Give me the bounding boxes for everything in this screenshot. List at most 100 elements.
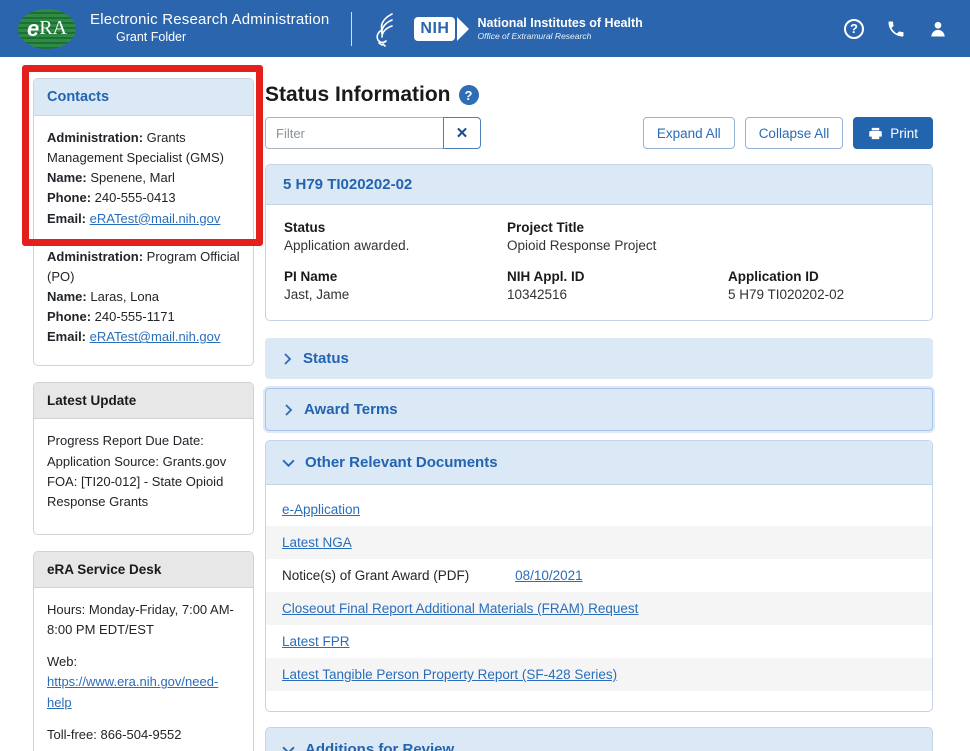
section-status-label: Status [303, 350, 349, 367]
field-label: PI Name [284, 269, 507, 284]
section-additions-for-review[interactable]: Additions for Review [265, 727, 933, 751]
filter-clear-button[interactable]: ✕ [443, 117, 481, 149]
doc-link-latest-nga[interactable]: Latest NGA [282, 535, 352, 550]
contact-phone-value: 240-555-0413 [91, 190, 176, 205]
grant-field-nih-appl-id: NIH Appl. ID 10342516 [507, 269, 728, 302]
doc-row: e-Application [266, 493, 932, 526]
service-desk-hours: Hours: Monday-Friday, 7:00 AM-8:00 PM ED… [47, 602, 234, 637]
header-divider [351, 12, 352, 46]
contact-name-label: Name: [47, 170, 87, 185]
nih-subtitle: Office of Extramural Research [477, 31, 642, 41]
latest-update-line: Application Source: Grants.gov [47, 454, 226, 469]
field-value: 10342516 [507, 287, 728, 302]
section-status-collapsed[interactable]: Status [265, 338, 933, 379]
section-award-terms-collapsed[interactable]: Award Terms [265, 388, 933, 431]
app-header: eRA Electronic Research Administration G… [0, 0, 970, 57]
filter-input[interactable] [265, 117, 443, 149]
contact-phone-value: 240-555-1171 [91, 309, 175, 324]
doc-link-nga-date[interactable]: 08/10/2021 [515, 568, 583, 583]
doc-label-notice-grant-award: Notice(s) of Grant Award (PDF) [282, 568, 469, 583]
sidebar: Contacts Administration: Grants Manageme… [33, 78, 254, 751]
grant-field-project-title: Project Title Opioid Response Project [507, 220, 728, 253]
era-logo: eRA [18, 9, 76, 49]
doc-row: Notice(s) of Grant Award (PDF) 08/10/202… [266, 559, 932, 592]
grant-field-application-id: Application ID 5 H79 TI020202-02 [728, 269, 914, 302]
contact-administration-label: Administration: [47, 249, 143, 264]
doc-link-tangible-property-report[interactable]: Latest Tangible Person Property Report (… [282, 667, 617, 682]
contact-name-value: Spenene, Marl [87, 170, 175, 185]
contact-administration-label: Administration: [47, 130, 143, 145]
doc-row: Latest Tangible Person Property Report (… [266, 658, 932, 691]
print-label: Print [890, 126, 918, 141]
latest-update-line: FOA: [TI20-012] - State Opioid Response … [47, 474, 223, 509]
other-relevant-documents-section: Other Relevant Documents e-Application L… [265, 440, 933, 712]
contact-name-value: Laras, Lona [87, 289, 159, 304]
contacts-panel-title: Contacts [34, 79, 253, 116]
service-desk-web-label: Web: [47, 654, 77, 669]
nih-logo: NIH [414, 17, 455, 41]
user-icon[interactable] [928, 19, 948, 39]
contact-email-label: Email: [47, 211, 86, 226]
chevron-down-icon [282, 456, 295, 469]
contact-email-label: Email: [47, 329, 86, 344]
doc-row: Closeout Final Report Additional Materia… [266, 592, 932, 625]
grant-number: 5 H79 TI020202-02 [266, 165, 932, 205]
field-label: Application ID [728, 269, 914, 284]
service-desk-tollfree: Toll-free: 866-504-9552 [47, 727, 181, 742]
field-value: Opioid Response Project [507, 238, 728, 253]
contacts-panel: Contacts Administration: Grants Manageme… [33, 78, 254, 366]
main-content: Status Information ? ✕ Expand All Collap… [265, 83, 933, 751]
era-logo-ra: RA [39, 17, 67, 40]
nih-title: National Institutes of Health [477, 16, 642, 31]
filter-group: ✕ [265, 117, 481, 149]
latest-update-panel: Latest Update Progress Report Due Date: … [33, 382, 254, 535]
service-desk-title: eRA Service Desk [34, 552, 253, 588]
printer-icon [868, 126, 883, 141]
grant-field-status: Status Application awarded. [284, 220, 507, 253]
hhs-eagle-icon [370, 10, 400, 48]
doc-link-latest-fpr[interactable]: Latest FPR [282, 634, 350, 649]
chevron-down-icon [282, 743, 295, 751]
app-title-block: Electronic Research Administration Grant… [90, 11, 329, 45]
contact-phone-label: Phone: [47, 309, 91, 324]
contact-email-link[interactable]: eRATest@mail.nih.gov [90, 329, 221, 344]
app-title: Electronic Research Administration [90, 11, 329, 30]
contact-name-label: Name: [47, 289, 87, 304]
nih-arrow-icon [457, 17, 469, 41]
doc-row: Latest NGA [266, 526, 932, 559]
field-label: Status [284, 220, 507, 235]
latest-update-title: Latest Update [34, 383, 253, 419]
print-button[interactable]: Print [853, 117, 933, 149]
era-logo-e: e [27, 16, 39, 42]
latest-update-line: Progress Report Due Date: [47, 433, 204, 448]
service-desk-web-link[interactable]: https://www.era.nih.gov/need-help [47, 674, 218, 709]
field-value: Application awarded. [284, 238, 507, 253]
chevron-right-icon [282, 404, 294, 416]
field-label: NIH Appl. ID [507, 269, 728, 284]
doc-link-e-application[interactable]: e-Application [282, 502, 360, 517]
status-info-help-icon[interactable]: ? [459, 85, 479, 105]
grant-summary-card: 5 H79 TI020202-02 Status Application awa… [265, 164, 933, 321]
expand-all-button[interactable]: Expand All [643, 117, 735, 149]
section-additions-label: Additions for Review [305, 741, 454, 751]
page-title: Status Information [265, 83, 451, 107]
field-value: Jast, Jame [284, 287, 507, 302]
contact-gms: Administration: Grants Management Specia… [47, 128, 240, 229]
section-other-documents-expanded[interactable]: Other Relevant Documents [266, 441, 932, 485]
section-award-terms-label: Award Terms [304, 401, 398, 418]
contact-email-link[interactable]: eRATest@mail.nih.gov [90, 211, 221, 226]
app-subtitle: Grant Folder [90, 30, 329, 46]
chevron-right-icon [281, 353, 293, 365]
field-value: 5 H79 TI020202-02 [728, 287, 914, 302]
nih-lockup: NIH National Institutes of Health Office… [414, 16, 642, 41]
doc-row: Latest FPR [266, 625, 932, 658]
phone-icon[interactable] [886, 19, 906, 39]
collapse-all-button[interactable]: Collapse All [745, 117, 844, 149]
contact-po: Administration: Program Official (PO) Na… [47, 247, 240, 348]
field-label: Project Title [507, 220, 728, 235]
help-icon[interactable]: ? [844, 19, 864, 39]
contact-phone-label: Phone: [47, 190, 91, 205]
grant-field-pi-name: PI Name Jast, Jame [284, 269, 507, 302]
doc-link-closeout-fram[interactable]: Closeout Final Report Additional Materia… [282, 601, 638, 616]
section-other-documents-label: Other Relevant Documents [305, 454, 498, 471]
